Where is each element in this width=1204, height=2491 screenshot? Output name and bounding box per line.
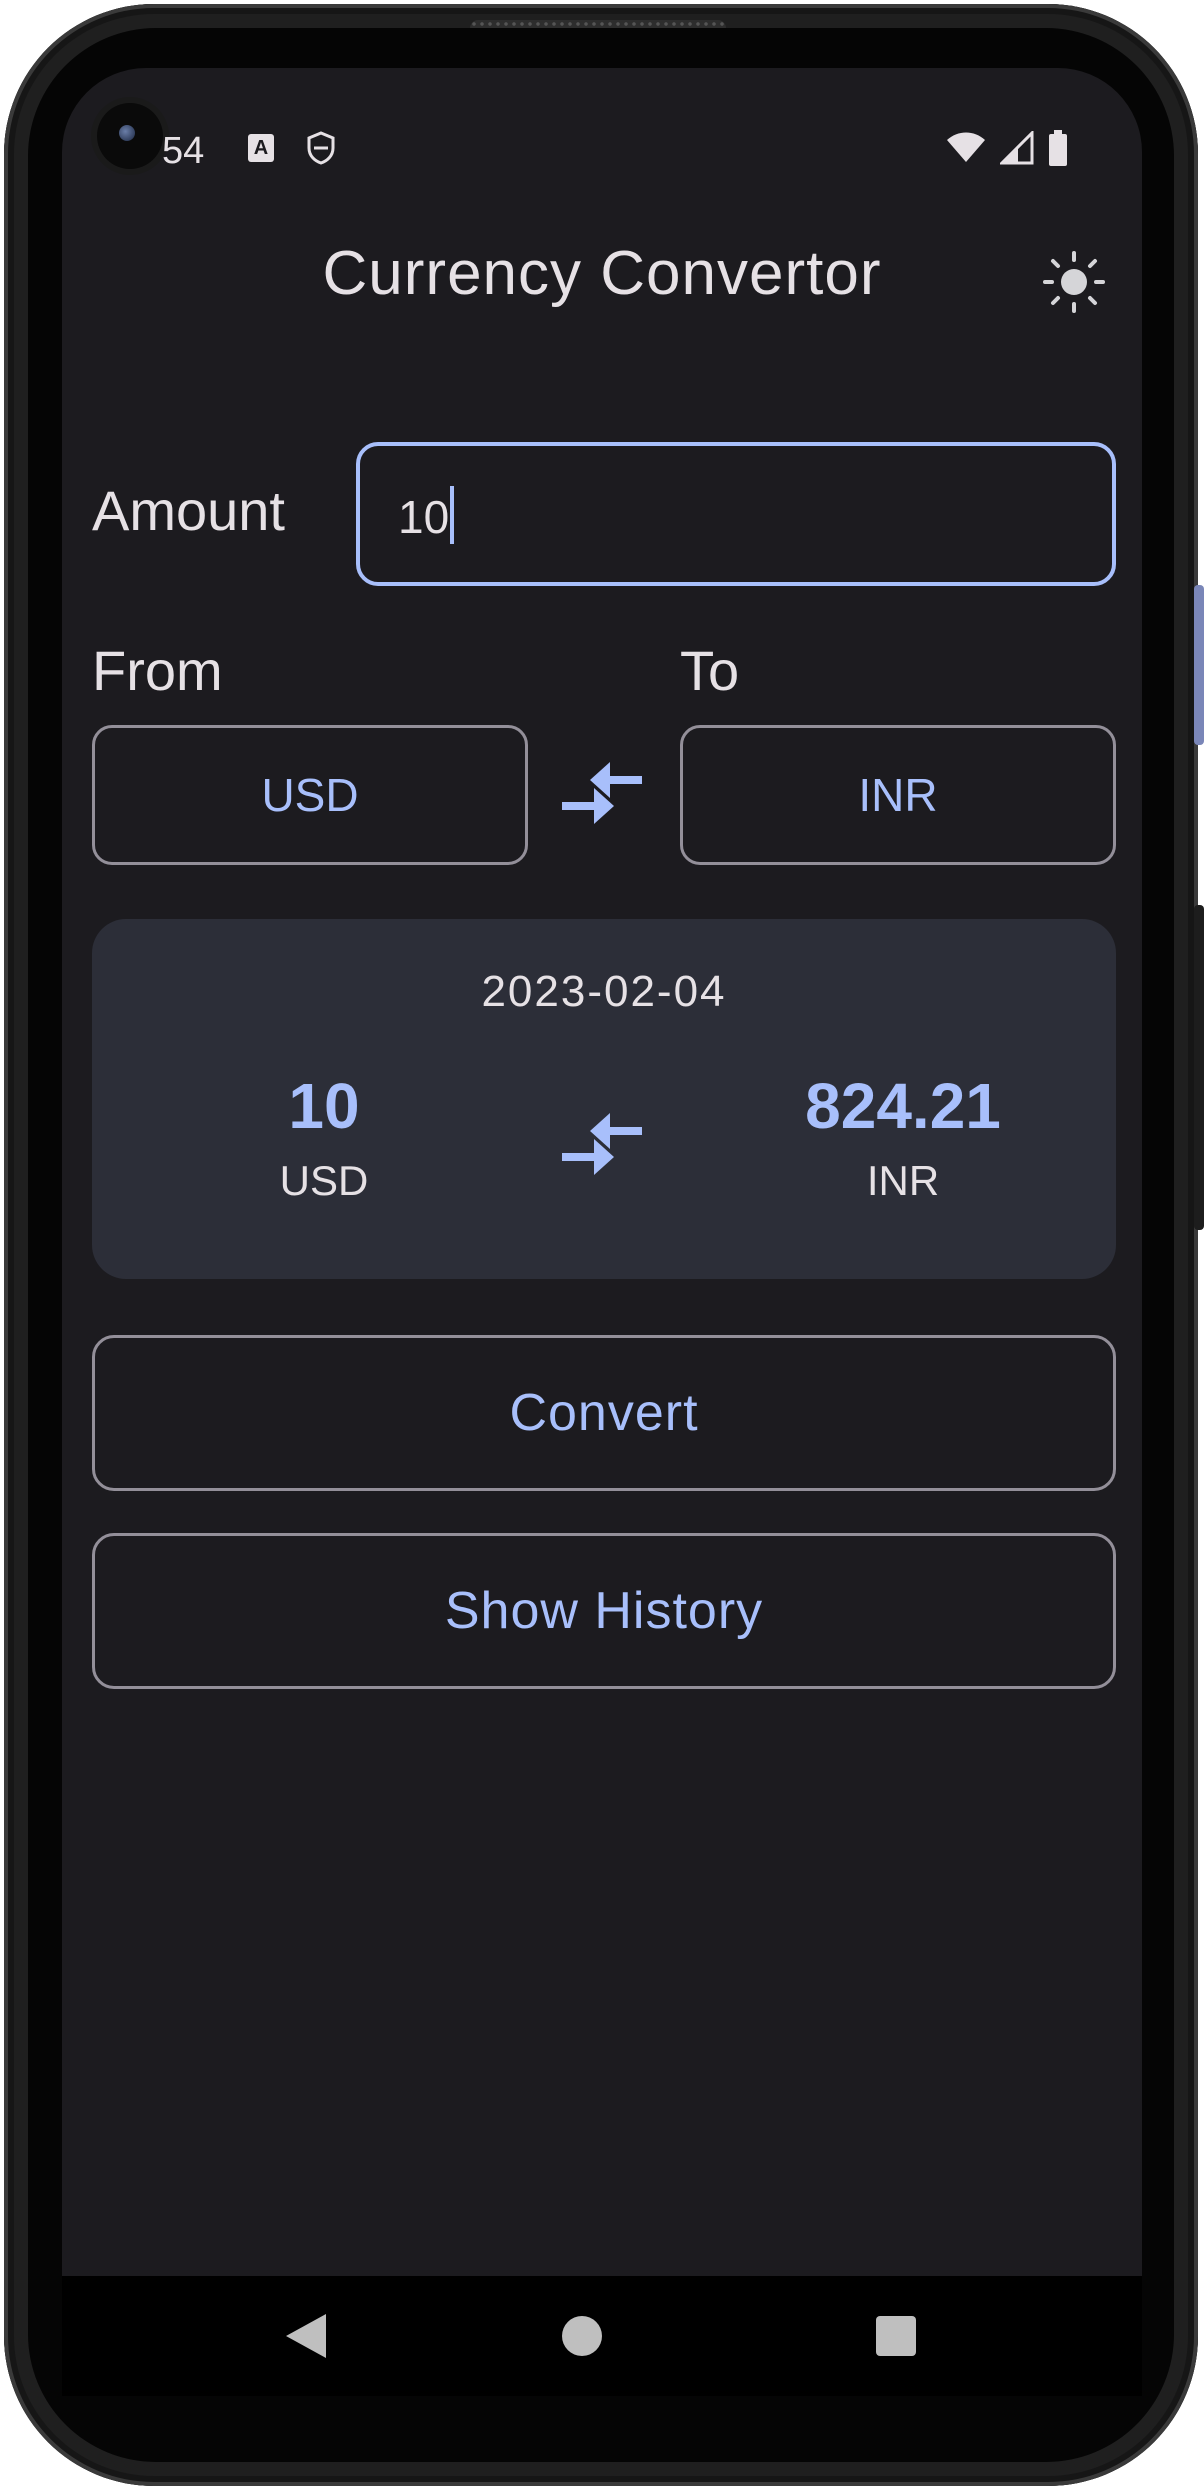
status-time: 54 — [162, 130, 205, 172]
system-navigation-bar — [62, 2276, 1142, 2396]
from-amount: 10 — [288, 1070, 360, 1142]
recent-apps-icon[interactable] — [876, 2316, 916, 2356]
convert-button[interactable]: Convert — [92, 1335, 1116, 1491]
from-label: From — [92, 639, 223, 702]
signal-icon — [998, 129, 1034, 170]
text-cursor — [450, 486, 454, 544]
result-card: 2023-02-04 10 USD 824.21 INR — [92, 919, 1116, 1279]
app-screen: 54 A Currency Convertor Amount 10 From T… — [62, 68, 1142, 2396]
phone-device: 54 A Currency Convertor Amount 10 From T… — [0, 0, 1204, 2491]
page-title: Currency Convertor — [322, 239, 882, 308]
conversion-arrows-icon — [560, 1109, 644, 1179]
amount-input-value: 10 — [398, 491, 450, 543]
sun-icon — [1043, 251, 1105, 313]
shield-icon — [306, 131, 336, 170]
battery-icon — [1048, 130, 1068, 171]
from-currency-button[interactable]: USD — [92, 725, 528, 865]
to-amount: 824.21 — [805, 1070, 1001, 1142]
swap-currencies-button[interactable] — [560, 758, 644, 828]
to-label: To — [680, 639, 740, 702]
amount-input[interactable]: 10 — [356, 442, 1116, 586]
to-currency-code: INR — [866, 1157, 940, 1204]
amount-label: Amount — [92, 479, 285, 542]
to-currency-button[interactable]: INR — [680, 725, 1116, 865]
show-history-button-label: Show History — [444, 1582, 764, 1640]
show-history-button[interactable]: Show History — [92, 1533, 1116, 1689]
power-button — [1194, 905, 1204, 1230]
back-icon[interactable] — [284, 2312, 328, 2365]
status-icons — [946, 129, 1068, 171]
home-icon[interactable] — [562, 2316, 602, 2356]
keyboard-a-icon: A — [248, 134, 274, 162]
volume-button — [1194, 585, 1204, 745]
convert-button-label: Convert — [509, 1384, 699, 1442]
front-camera — [97, 103, 163, 169]
rate-date: 2023-02-04 — [481, 967, 727, 1016]
from-currency-code: USD — [279, 1157, 369, 1204]
from-currency-label: USD — [261, 769, 359, 821]
swap-arrows-icon — [562, 762, 642, 824]
to-currency-label: INR — [858, 769, 938, 821]
theme-toggle-button[interactable] — [1042, 250, 1106, 314]
wifi-icon — [946, 132, 986, 169]
